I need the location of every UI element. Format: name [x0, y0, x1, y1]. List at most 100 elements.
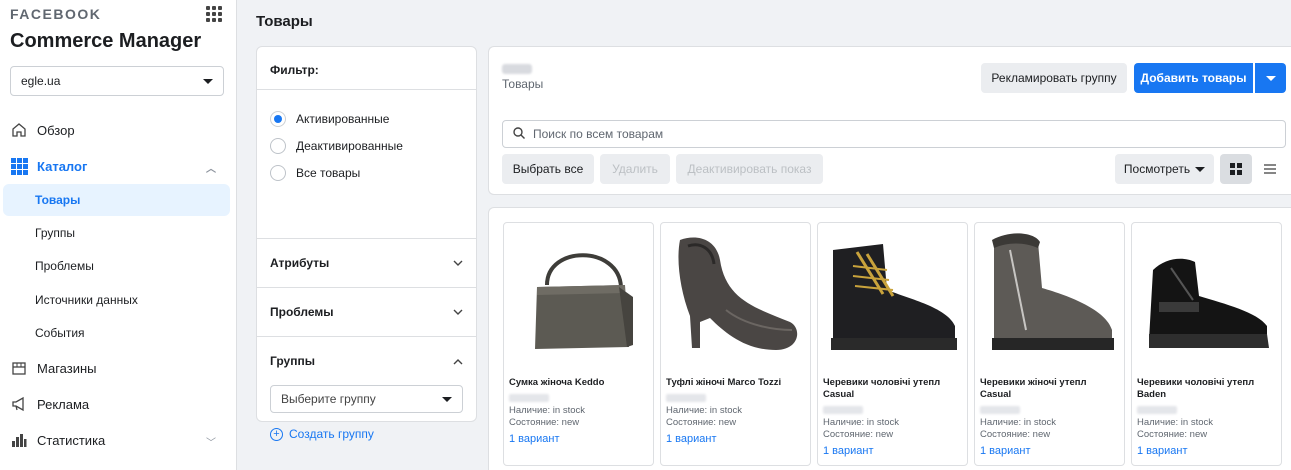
sneaker-boot-image — [1132, 223, 1281, 367]
product-card[interactable]: Черевики чоловічі утепл Casual Наличие: … — [817, 222, 968, 466]
radio-label: Активированные — [296, 111, 390, 126]
grid-view-toggle[interactable] — [1220, 154, 1252, 184]
products-toolbar: Товары Рекламировать группу Добавить тов… — [488, 46, 1291, 195]
sidebar-subitem-data-sources[interactable]: Источники данных — [0, 283, 236, 317]
product-variants-link[interactable]: 1 вариант — [823, 445, 874, 457]
shop-icon — [10, 359, 28, 377]
catalog-label: Товары — [502, 77, 544, 91]
product-card[interactable]: Черевики чоловічі утепл Baden Наличие: i… — [1131, 222, 1282, 466]
account-name: egle.ua — [21, 74, 61, 88]
catalog-name-redacted — [502, 64, 532, 74]
create-group-link[interactable]: + Создать группу — [270, 427, 463, 441]
page-title: Товары — [256, 13, 313, 30]
search-icon — [513, 126, 525, 142]
radio-unchecked-icon[interactable] — [270, 137, 286, 154]
filter-panel: Фильтр: Активированные Деактивированные … — [256, 46, 477, 441]
caret-down-icon — [1195, 166, 1206, 172]
chevron-up-icon — [453, 354, 463, 368]
create-group-label: Создать группу — [289, 427, 374, 441]
product-card[interactable]: Сумка жіноча Keddo Наличие: in stock Сос… — [503, 222, 654, 466]
chevron-up-icon: ︿ — [206, 164, 216, 175]
product-availability: Наличие: in stock — [1137, 417, 1214, 428]
radio-unchecked-icon[interactable] — [270, 164, 286, 181]
radio-checked-icon[interactable] — [270, 110, 286, 127]
grid-view-icon — [1230, 163, 1242, 175]
product-name: Черевики чоловічі утепл Baden — [1137, 377, 1255, 400]
sidebar-item-shops[interactable]: Магазины — [0, 350, 236, 386]
product-condition: Состояние: new — [509, 417, 580, 428]
sidebar-item-label: Обзор — [37, 122, 75, 138]
sidebar-subitem-problems[interactable]: Проблемы — [0, 250, 236, 284]
product-price-redacted — [980, 406, 1020, 414]
product-availability: Наличие: in stock — [823, 417, 900, 428]
app-title: Commerce Manager — [10, 30, 202, 52]
select-all-button[interactable]: Выбрать все — [502, 154, 594, 184]
plus-circle-icon: + — [270, 427, 283, 441]
section-label: Группы — [270, 354, 315, 368]
radio-activated[interactable]: Активированные — [270, 105, 463, 132]
problems-section[interactable]: Проблемы — [257, 288, 476, 337]
caret-down-icon — [203, 78, 213, 84]
chevron-down-icon — [453, 257, 463, 269]
product-name: Черевики чоловічі утепл Casual — [823, 377, 941, 400]
chevron-down-icon: ﹀ — [206, 438, 216, 449]
radio-label: Деактивированные — [296, 138, 403, 153]
sidebar-item-label: Каталог — [37, 158, 88, 174]
product-condition: Состояние: new — [666, 417, 737, 428]
deactivate-button[interactable]: Деактивировать показ — [676, 154, 823, 184]
account-select[interactable]: egle.ua — [10, 66, 224, 96]
sidebar-subitem-groups[interactable]: Группы — [0, 216, 236, 250]
bar-chart-icon — [10, 431, 28, 449]
product-variants-link[interactable]: 1 вариант — [980, 445, 1031, 457]
sidebar-item-ads[interactable]: Реклама — [0, 386, 236, 422]
list-view-toggle[interactable] — [1254, 154, 1286, 184]
attributes-section[interactable]: Атрибуты — [257, 239, 476, 288]
search-placeholder: Поиск по всем товарам — [533, 127, 664, 141]
caret-down-icon — [442, 396, 452, 402]
winter-boot-image — [975, 223, 1124, 367]
delete-button[interactable]: Удалить — [600, 154, 670, 184]
boot-image — [818, 223, 967, 367]
product-condition: Состояние: new — [823, 429, 894, 440]
apps-grid-icon[interactable] — [206, 6, 222, 22]
product-variants-link[interactable]: 1 вариант — [1137, 445, 1188, 457]
product-card[interactable]: Черевики жіночі утепл Casual Наличие: in… — [974, 222, 1125, 466]
groups-section: Группы Выберите группу + Создать группу — [257, 337, 476, 441]
groups-header[interactable]: Группы — [270, 337, 463, 385]
radio-deactivated[interactable]: Деактивированные — [270, 132, 463, 159]
sidebar-item-catalog[interactable]: Каталог ︿ — [0, 148, 236, 184]
home-icon — [10, 121, 28, 139]
view-button[interactable]: Посмотреть — [1115, 154, 1214, 184]
sidebar-item-overview[interactable]: Обзор — [0, 112, 236, 148]
search-input[interactable]: Поиск по всем товарам — [502, 120, 1286, 148]
product-price-redacted — [1137, 406, 1177, 414]
add-products-button[interactable]: Добавить товары — [1134, 63, 1253, 93]
promote-group-button[interactable]: Рекламировать группу — [981, 63, 1127, 93]
section-label: Атрибуты — [270, 256, 330, 270]
product-variants-link[interactable]: 1 вариант — [509, 433, 560, 445]
product-name: Сумка жіноча Keddo — [509, 377, 605, 388]
megaphone-icon — [10, 395, 28, 413]
add-products-dropdown[interactable] — [1255, 63, 1286, 93]
products-grid: Сумка жіноча Keddo Наличие: in stock Сос… — [488, 207, 1291, 470]
product-name: Черевики жіночі утепл Casual — [980, 377, 1087, 400]
radio-all-products[interactable]: Все товары — [270, 159, 463, 186]
group-select[interactable]: Выберите группу — [270, 385, 463, 413]
product-condition: Состояние: new — [1137, 429, 1208, 440]
sidebar-subitem-events[interactable]: События — [0, 317, 236, 351]
list-view-icon — [1264, 164, 1276, 174]
sidebar-item-stats[interactable]: Статистика ﹀ — [0, 422, 236, 458]
product-card[interactable]: Туфлі жіночі Marco Tozzi Наличие: in sto… — [660, 222, 811, 466]
product-price-redacted — [666, 394, 706, 402]
radio-label: Все товары — [296, 165, 361, 180]
sidebar-subitem-products[interactable]: Товары — [3, 184, 230, 216]
view-button-label: Посмотреть — [1123, 162, 1191, 176]
status-radio-group: Активированные Деактивированные Все това… — [257, 90, 476, 239]
facebook-brand: FACEBOOK — [10, 6, 102, 22]
sidebar-item-label: Магазины — [37, 360, 97, 376]
group-select-placeholder: Выберите группу — [281, 392, 376, 406]
product-price-redacted — [823, 406, 863, 414]
catalog-grid-icon — [10, 157, 28, 175]
sidebar-nav: Обзор Каталог ︿ Товары Группы Проблемы И… — [0, 112, 236, 458]
product-variants-link[interactable]: 1 вариант — [666, 433, 717, 445]
